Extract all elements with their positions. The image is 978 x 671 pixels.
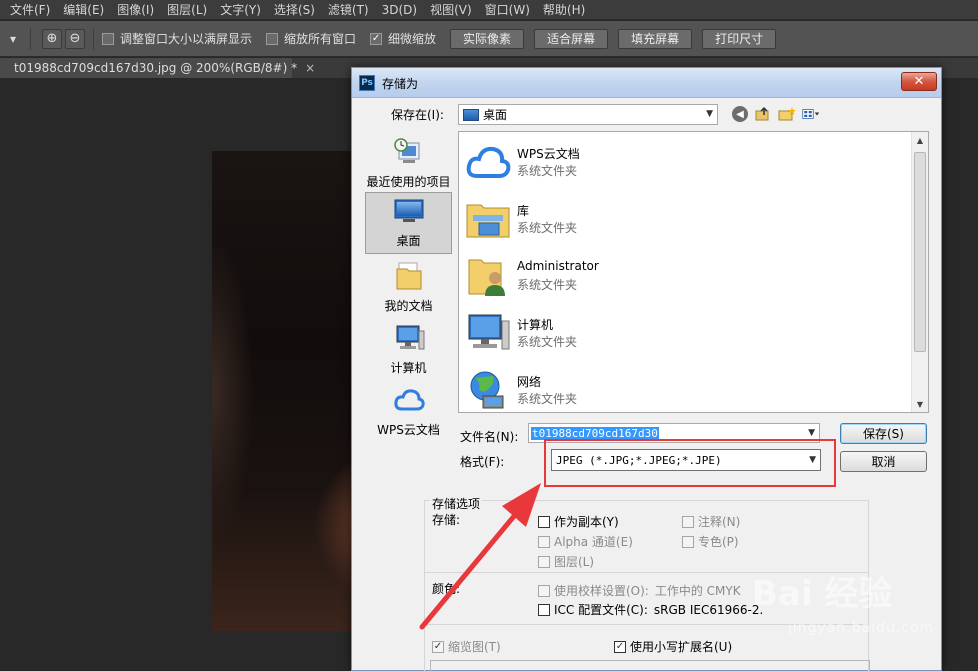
- watermark-url: jingyan.baidu.com: [788, 620, 935, 636]
- watermark-brand: Bai 经验: [752, 574, 893, 614]
- baidu-jingyan-watermark: Bai 经验 jingyan.baidu.com: [752, 566, 952, 646]
